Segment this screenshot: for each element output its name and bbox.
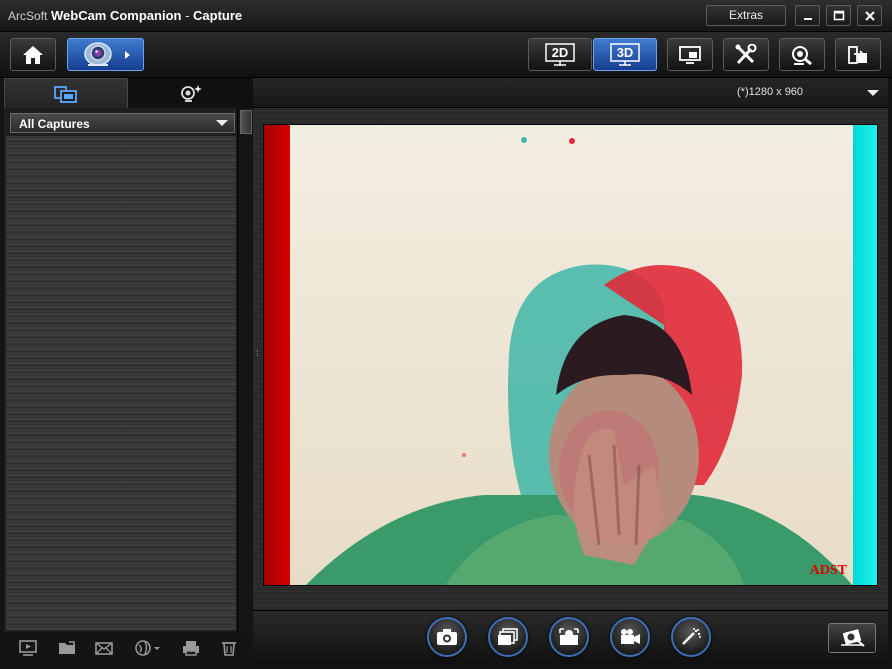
email-button[interactable] bbox=[93, 639, 115, 657]
print-button[interactable] bbox=[180, 639, 202, 657]
video-camera-icon bbox=[621, 629, 640, 644]
mode-2d-button[interactable]: 2D bbox=[528, 38, 592, 71]
panel-tabs bbox=[4, 78, 253, 108]
record-video-button[interactable] bbox=[610, 617, 650, 657]
email-icon bbox=[95, 642, 113, 655]
panel-splitter-handle[interactable]: ⁞ bbox=[256, 348, 262, 364]
tab-captures[interactable] bbox=[4, 78, 128, 108]
trash-icon bbox=[222, 642, 236, 656]
webcam-live-preview: ADST bbox=[263, 124, 878, 586]
capture-actions-bar bbox=[4, 632, 253, 664]
capture-preview-panel: (*)1280 x 960 ⁞ ADST bbox=[253, 78, 888, 664]
captures-filter-value: All Captures bbox=[19, 117, 90, 131]
export-button[interactable] bbox=[835, 38, 881, 71]
main-toolbar: 2D 3D bbox=[0, 32, 892, 78]
webcam-video-frame bbox=[264, 125, 877, 585]
brand-name: ArcSoft bbox=[8, 9, 48, 23]
resolution-dropdown-icon[interactable] bbox=[867, 90, 879, 96]
maximize-icon bbox=[833, 10, 844, 20]
magic-wand-icon bbox=[682, 628, 701, 645]
slideshow-icon bbox=[19, 640, 37, 656]
settings-button[interactable] bbox=[723, 38, 769, 71]
webcam-mode-button[interactable] bbox=[67, 38, 144, 71]
mode-3d-button[interactable]: 3D bbox=[593, 38, 657, 71]
effects-film-icon bbox=[841, 629, 865, 647]
anaglyph-cyan-border bbox=[853, 125, 877, 585]
face-tracking-button[interactable] bbox=[549, 617, 589, 657]
effects-panel-button[interactable] bbox=[828, 623, 876, 653]
anaglyph-red-border bbox=[264, 125, 290, 585]
magic-effects-button[interactable] bbox=[671, 617, 711, 657]
burst-frames-icon bbox=[498, 628, 518, 645]
folder-icon bbox=[59, 641, 75, 654]
webcam-search-icon bbox=[792, 45, 812, 65]
burst-capture-button[interactable] bbox=[488, 617, 528, 657]
title-bar: ArcSoft WebCam Companion - Capture Extra… bbox=[0, 0, 892, 32]
globe-icon bbox=[135, 640, 160, 656]
captures-filter-dropdown[interactable]: All Captures bbox=[10, 113, 235, 133]
captures-scrollbar[interactable] bbox=[237, 108, 253, 632]
window-title: ArcSoft WebCam Companion - Capture bbox=[8, 8, 242, 23]
preview-window-icon bbox=[679, 45, 701, 64]
monitor-2d-icon: 2D bbox=[545, 42, 575, 66]
chevron-right-icon bbox=[124, 50, 130, 59]
resolution-select[interactable]: (*)1280 x 960 bbox=[737, 86, 803, 98]
camera-icon bbox=[437, 629, 457, 645]
mode-3d-label: 3D bbox=[617, 45, 634, 60]
webcam-effects-icon bbox=[181, 85, 202, 102]
tab-effects[interactable] bbox=[130, 78, 252, 108]
share-online-button[interactable] bbox=[134, 639, 162, 657]
close-icon bbox=[864, 10, 875, 21]
tools-icon bbox=[735, 43, 757, 64]
resolution-bar: (*)1280 x 960 bbox=[253, 78, 888, 108]
captures-panel: All Captures bbox=[4, 78, 253, 664]
take-photo-button[interactable] bbox=[427, 617, 467, 657]
face-tracking-icon bbox=[559, 628, 579, 645]
title-separator: - bbox=[181, 8, 194, 23]
play-slideshow-button[interactable] bbox=[17, 639, 39, 657]
section-name: Capture bbox=[193, 8, 243, 23]
monitor-3d-icon: 3D bbox=[610, 42, 640, 66]
open-folder-button[interactable] bbox=[56, 639, 78, 657]
maximize-button[interactable] bbox=[826, 5, 851, 26]
extras-button[interactable]: Extras bbox=[706, 5, 786, 26]
home-button[interactable] bbox=[10, 38, 56, 71]
delete-button[interactable] bbox=[218, 639, 240, 657]
minimize-icon bbox=[803, 17, 812, 20]
export-icon bbox=[848, 45, 867, 64]
app-name: WebCam Companion bbox=[50, 8, 182, 23]
printer-icon bbox=[183, 641, 199, 656]
watermark-text: ADST bbox=[809, 563, 847, 578]
mode-2d-label: 2D bbox=[552, 45, 569, 60]
close-button[interactable] bbox=[857, 5, 882, 26]
webcam-icon bbox=[83, 41, 112, 66]
chevron-down-icon bbox=[216, 120, 228, 126]
webcam-search-button[interactable] bbox=[779, 38, 825, 71]
home-icon bbox=[23, 45, 43, 64]
minimize-button[interactable] bbox=[795, 5, 820, 26]
capture-action-bar bbox=[253, 610, 888, 664]
captures-icon bbox=[54, 85, 77, 103]
captures-list[interactable] bbox=[6, 136, 236, 630]
preview-window-button[interactable] bbox=[667, 38, 713, 71]
scrollbar-thumb[interactable] bbox=[240, 110, 252, 134]
